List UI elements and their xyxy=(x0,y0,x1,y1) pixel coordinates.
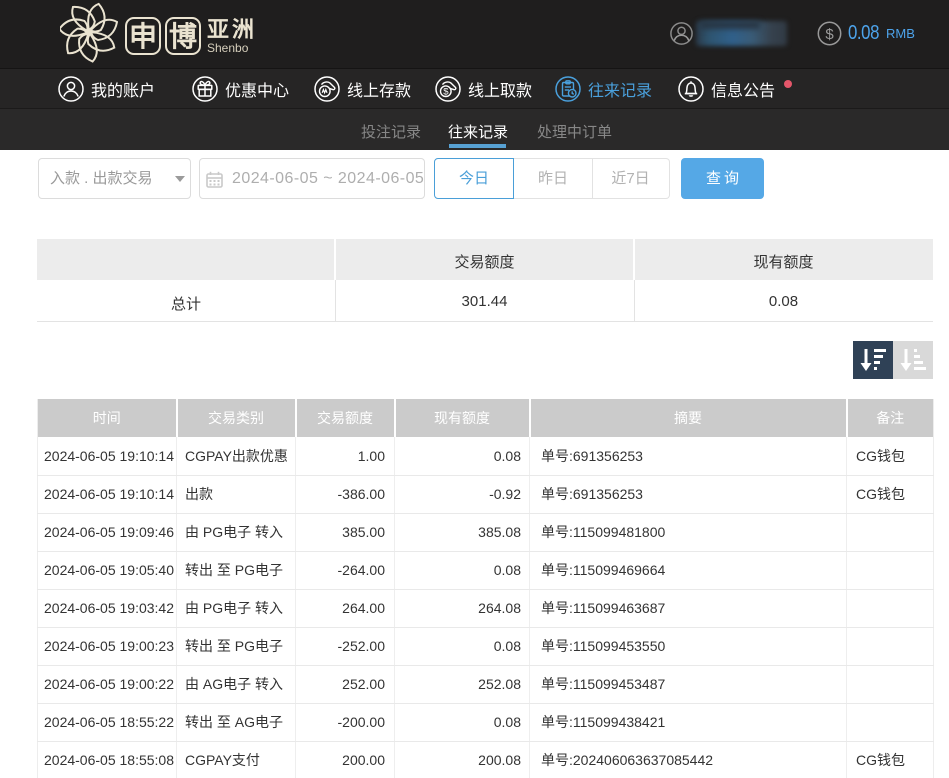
svg-text:$: $ xyxy=(443,87,449,98)
svg-text:$: $ xyxy=(825,26,834,43)
